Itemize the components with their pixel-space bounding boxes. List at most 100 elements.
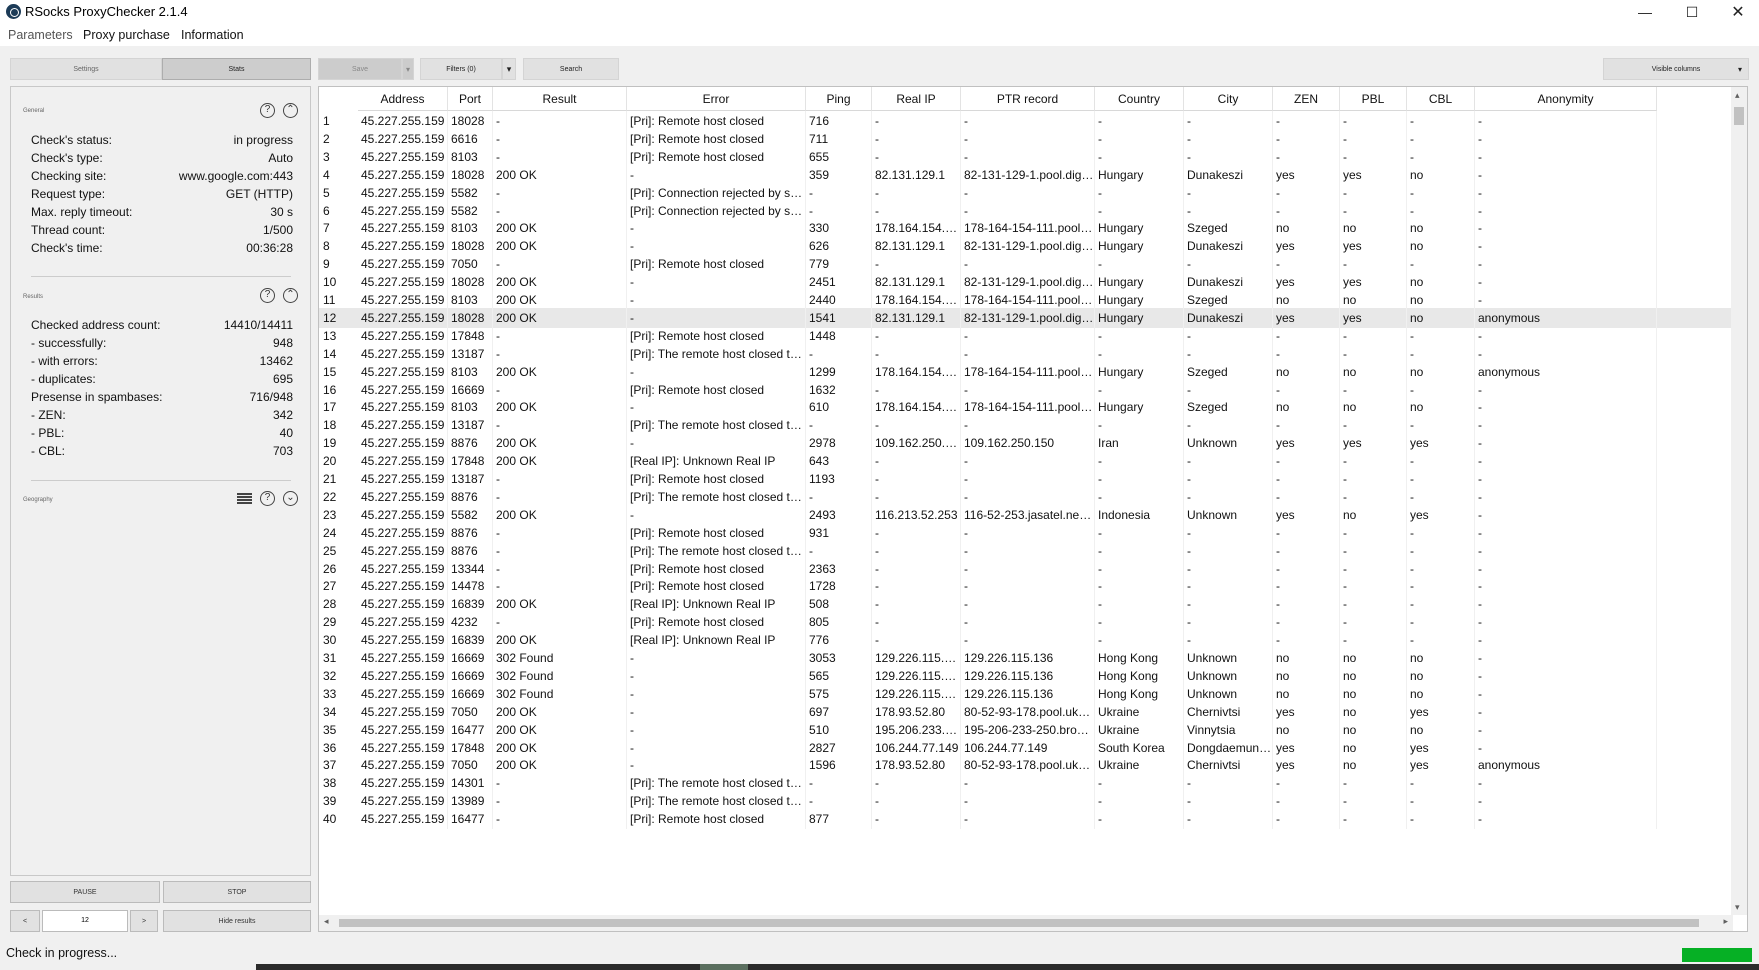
stat-label: Checked address count: bbox=[31, 318, 161, 332]
column-header-ping[interactable]: Ping bbox=[806, 87, 872, 111]
cell-cbl: - bbox=[1407, 809, 1475, 830]
taskbar bbox=[256, 964, 1759, 970]
stat-value: 14410/14411 bbox=[223, 318, 293, 332]
scroll-up-arrow-icon[interactable]: ▴ bbox=[1735, 90, 1740, 101]
stat-label: - duplicates: bbox=[31, 372, 96, 386]
scroll-left-arrow-icon[interactable]: ◂ bbox=[324, 916, 329, 927]
cell-zen: - bbox=[1273, 809, 1340, 830]
hide-results-button[interactable]: Hide results bbox=[163, 910, 311, 932]
stat-label: Request type: bbox=[31, 187, 106, 201]
stop-button[interactable]: STOP bbox=[163, 881, 311, 903]
app-logo-icon bbox=[6, 4, 21, 19]
column-header-result[interactable]: Result bbox=[493, 87, 627, 111]
horizontal-scrollbar[interactable]: ◂ ▸ bbox=[319, 915, 1733, 931]
cell-result: - bbox=[493, 809, 627, 830]
save-dropdown-chevron-icon[interactable]: ▾ bbox=[402, 58, 414, 80]
stat-label: Check's type: bbox=[31, 151, 103, 165]
visible-columns-button[interactable]: Visible columns ▾ bbox=[1603, 58, 1749, 80]
menu-parameters[interactable]: Parameters bbox=[8, 28, 73, 42]
cell-city: - bbox=[1184, 809, 1273, 830]
column-header-anonymity[interactable]: Anonymity bbox=[1475, 87, 1657, 111]
column-header-pbl[interactable]: PBL bbox=[1340, 87, 1407, 111]
stat-label: - CBL: bbox=[31, 444, 66, 458]
stat-value: 30 s bbox=[270, 205, 293, 219]
prev-page-button[interactable]: < bbox=[10, 910, 40, 932]
cell-address: 45.227.255.159 bbox=[358, 809, 448, 830]
stat-value: 13462 bbox=[259, 354, 293, 368]
stat-value: 40 bbox=[279, 426, 293, 440]
column-header-ptr-record[interactable]: PTR record bbox=[961, 87, 1095, 111]
search-button[interactable]: Search bbox=[523, 58, 619, 80]
column-header-country[interactable]: Country bbox=[1095, 87, 1184, 111]
cell-country: - bbox=[1095, 809, 1184, 830]
title-bar: RSocks ProxyChecker 2.1.4 — ☐ ✕ bbox=[0, 0, 1759, 24]
progress-bar bbox=[1682, 948, 1752, 962]
stat-value: 695 bbox=[272, 372, 293, 386]
stat-value: 00:36:28 bbox=[246, 241, 293, 255]
column-header-cbl[interactable]: CBL bbox=[1407, 87, 1475, 111]
stat-value: 703 bbox=[272, 444, 293, 458]
stats-panel: General ? ⌃ Check's status: in progress Ch… bbox=[10, 86, 311, 876]
close-icon[interactable]: ✕ bbox=[1715, 0, 1759, 24]
column-header-city[interactable]: City bbox=[1184, 87, 1273, 111]
vertical-scrollbar[interactable]: ▴ ▾ bbox=[1731, 87, 1747, 915]
maximize-icon[interactable]: ☐ bbox=[1669, 0, 1715, 24]
results-help-icon[interactable]: ? bbox=[260, 288, 275, 303]
general-stat-row: Check's type: Auto bbox=[31, 151, 293, 169]
stats-tab[interactable]: Stats bbox=[162, 58, 311, 80]
status-text: Check in progress... bbox=[6, 946, 118, 960]
results-stat-row: - successfully: 948 bbox=[31, 336, 293, 354]
horizontal-scroll-thumb[interactable] bbox=[339, 919, 1699, 927]
stat-label: Checking site: bbox=[31, 169, 107, 183]
stat-value: 342 bbox=[272, 408, 293, 422]
geography-expand-chevron-down-icon[interactable]: ⌄ bbox=[283, 491, 298, 506]
settings-tab[interactable]: Settings bbox=[10, 58, 162, 80]
page-number-input[interactable]: 12 bbox=[42, 910, 128, 932]
stat-value: 1/500 bbox=[262, 223, 293, 237]
proxy-results-table[interactable]: Address Port Result Error Ping Real IP PTR rec… bbox=[318, 86, 1748, 932]
minimize-icon[interactable]: — bbox=[1622, 0, 1668, 24]
geography-list-icon[interactable] bbox=[237, 491, 252, 506]
stat-value: GET (HTTP) bbox=[225, 187, 293, 201]
menu-proxy-purchase[interactable]: Proxy purchase bbox=[83, 28, 170, 42]
next-page-button[interactable]: > bbox=[130, 910, 158, 932]
stat-label: - ZEN: bbox=[31, 408, 66, 422]
taskbar-item[interactable] bbox=[700, 964, 748, 970]
column-header-zen[interactable]: ZEN bbox=[1273, 87, 1340, 111]
geography-help-icon[interactable]: ? bbox=[260, 491, 275, 506]
scroll-right-arrow-icon[interactable]: ▸ bbox=[1723, 916, 1728, 927]
results-collapse-chevron-up-icon[interactable]: ⌃ bbox=[283, 288, 298, 303]
stat-value: 716/948 bbox=[249, 390, 293, 404]
divider bbox=[31, 276, 291, 277]
column-header-port[interactable]: Port bbox=[448, 87, 493, 111]
cell-row-number: 40 bbox=[323, 812, 337, 827]
results-stat-row: - PBL: 40 bbox=[31, 426, 293, 444]
stat-label: - successfully: bbox=[31, 336, 107, 350]
results-stat-row: Checked address count: 14410/14411 bbox=[31, 318, 293, 336]
geography-section-title: Geography bbox=[23, 497, 53, 503]
menu-information[interactable]: Information bbox=[181, 28, 244, 42]
stat-label: - PBL: bbox=[31, 426, 65, 440]
stat-value: Auto bbox=[268, 151, 293, 165]
results-stat-row: - with errors: 13462 bbox=[31, 354, 293, 372]
filters-button[interactable]: Filters (0) bbox=[420, 58, 502, 80]
save-button[interactable]: Save bbox=[318, 58, 402, 80]
results-stat-row: Presense in spambases: 716/948 bbox=[31, 390, 293, 408]
table-header: Address Port Result Error Ping Real IP PTR rec… bbox=[319, 87, 1733, 111]
stat-label: - with errors: bbox=[31, 354, 98, 368]
scroll-down-arrow-icon[interactable]: ▾ bbox=[1735, 902, 1740, 913]
column-header-real-ip[interactable]: Real IP bbox=[872, 87, 961, 111]
column-header-address[interactable]: Address bbox=[358, 87, 448, 111]
general-help-icon[interactable]: ? bbox=[260, 103, 275, 118]
general-stat-row: Check's status: in progress bbox=[31, 133, 293, 151]
cell-ping: 877 bbox=[806, 809, 872, 830]
general-collapse-chevron-up-icon[interactable]: ⌃ bbox=[283, 103, 298, 118]
vertical-scroll-thumb[interactable] bbox=[1734, 107, 1744, 125]
general-stat-row: Check's time: 00:36:28 bbox=[31, 241, 293, 259]
pause-button[interactable]: PAUSE bbox=[10, 881, 160, 903]
table-row[interactable]: 40 45.227.255.159 16477- [Pri]: Remote host… bbox=[319, 809, 1733, 830]
filters-dropdown-chevron-icon[interactable]: ▾ bbox=[502, 58, 516, 80]
general-stat-row: Checking site: www.google.com:443 bbox=[31, 169, 293, 187]
column-header-error[interactable]: Error bbox=[627, 87, 806, 111]
stat-label: Presense in spambases: bbox=[31, 390, 163, 404]
